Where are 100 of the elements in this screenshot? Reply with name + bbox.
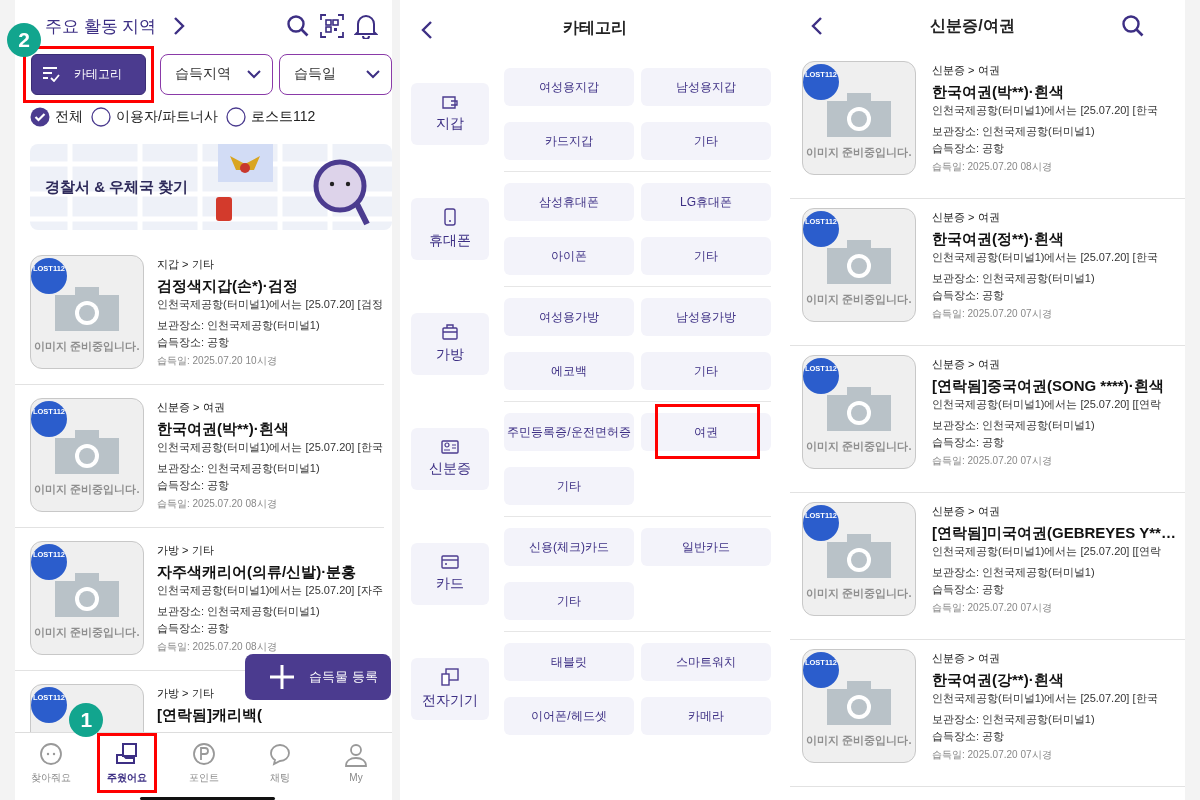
register-button[interactable]: 습득물 등록	[245, 654, 391, 700]
item-storage: 보관장소: 인천국제공항(터미널1)	[157, 604, 321, 619]
camera-icon	[827, 240, 891, 284]
chevron-down-icon	[365, 69, 381, 79]
item-title: [연락됨]미국여권(GEBREYES Y**…	[932, 524, 1176, 542]
dropdown[interactable]: 습득지역	[160, 53, 273, 95]
image-note: 이미지 준비중입니다.	[806, 733, 912, 748]
subcategory-button[interactable]: 이어폰/헤드셋	[504, 697, 634, 735]
item-date: 습득일: 2025.07.20 07시경	[932, 307, 1053, 321]
image-note: 이미지 준비중입니다.	[34, 339, 140, 354]
category-button[interactable]: 카테고리	[31, 53, 146, 95]
camera-icon	[55, 430, 119, 474]
briefcase-icon	[442, 324, 458, 340]
category-tile[interactable]: 지갑	[411, 83, 489, 145]
map-banner[interactable]: 경찰서 & 우체국 찾기	[30, 144, 392, 230]
nav-tab[interactable]: My	[326, 733, 386, 793]
item-category: 신분증 > 여권	[932, 651, 1001, 666]
nav-tab[interactable]: 주웠어요	[97, 733, 158, 793]
subcategory-button[interactable]: 남성용가방	[641, 298, 771, 336]
subcategory-button[interactable]: 기타	[504, 582, 634, 620]
camera-icon	[827, 387, 891, 431]
camera-icon	[827, 93, 891, 137]
item-summary: 인천국제공항(터미널1)에서는 [25.07.20] [한국	[157, 440, 383, 455]
image-note: 이미지 준비중입니다.	[806, 586, 912, 601]
item-title: 한국여권(정**)·흰색	[932, 230, 1065, 248]
source-radio[interactable]: 전체	[30, 107, 83, 127]
subcategory-button[interactable]: 신용(체크)카드	[504, 528, 634, 566]
page-title: 카테고리	[563, 17, 627, 38]
item-title: 한국여권(박**)·흰색	[157, 420, 290, 438]
hand-box-icon	[115, 741, 140, 766]
category-tile[interactable]: 신분증	[411, 428, 489, 490]
subcategory-button[interactable]: 스마트워치	[641, 643, 771, 681]
subcategory-button[interactable]: 여성용지갑	[504, 68, 634, 106]
subcategory-button[interactable]: 기타	[641, 122, 771, 160]
subcategory-button[interactable]: 카메라	[641, 697, 771, 735]
devices-icon	[441, 668, 459, 686]
point-icon	[191, 741, 216, 766]
item-category: 신분증 > 여권	[932, 63, 1001, 78]
item-title: [연락됨]캐리백(	[157, 706, 262, 724]
category-tile[interactable]: 카드	[411, 543, 489, 605]
chevron-down-icon	[246, 69, 262, 79]
item-summary: 인천국제공항(터미널1)에서는 [25.07.20] [검정	[157, 297, 383, 312]
card-icon	[441, 555, 459, 569]
item-summary: 인천국제공항(터미널1)에서는 [25.07.20] [한국	[932, 103, 1158, 118]
nav-tab[interactable]: 포인트	[173, 733, 234, 793]
back-icon[interactable]	[420, 19, 434, 41]
item-category: 신분증 > 여권	[932, 357, 1001, 372]
back-icon[interactable]	[810, 15, 824, 37]
step-badge: 2	[7, 22, 41, 57]
subcategory-button[interactable]: 기타	[641, 237, 771, 275]
item-date: 습득일: 2025.07.20 07시경	[932, 601, 1053, 615]
item-place: 습득장소: 공항	[932, 141, 1006, 156]
category-tile[interactable]: 가방	[411, 313, 489, 375]
subcategory-button[interactable]: 여성용가방	[504, 298, 634, 336]
id-card-icon	[441, 440, 459, 454]
subcategory-button[interactable]: LG휴대폰	[641, 183, 771, 221]
subcategory-button[interactable]: 남성용지갑	[641, 68, 771, 106]
item-title: [연락됨]중국여권(SONG ****)·흰색	[932, 377, 1164, 395]
nav-tab[interactable]: 채팅	[249, 733, 310, 793]
subcategory-button[interactable]: 주민등록증/운전면허증	[504, 413, 634, 451]
item-title: 한국여권(박**)·흰색	[932, 83, 1065, 101]
chevron-right-icon[interactable]	[172, 15, 187, 37]
item-storage: 보관장소: 인천국제공항(터미널1)	[932, 565, 1096, 580]
item-date: 습득일: 2025.07.20 10시경	[157, 354, 278, 368]
subcategory-button[interactable]: 기타	[641, 352, 771, 390]
subcategory-button[interactable]: 삼성휴대폰	[504, 183, 634, 221]
phone-icon	[444, 208, 456, 226]
item-category: 신분증 > 여권	[157, 400, 226, 415]
subcategory-button[interactable]: 아이폰	[504, 237, 634, 275]
image-note: 이미지 준비중입니다.	[34, 625, 140, 640]
search-icon[interactable]	[1121, 14, 1145, 38]
person-icon	[344, 743, 368, 767]
item-summary: 인천국제공항(터미널1)에서는 [25.07.20] [자주	[157, 583, 383, 598]
item-place: 습득장소: 공항	[157, 478, 231, 493]
source-radio[interactable]: 이용자/파트너사	[91, 107, 218, 127]
item-category: 신분증 > 여권	[932, 504, 1001, 519]
subcategory-button[interactable]: 기타	[504, 467, 634, 505]
image-note: 이미지 준비중입니다.	[806, 439, 912, 454]
item-summary: 인천국제공항(터미널1)에서는 [25.07.20] [[연락	[932, 544, 1162, 559]
category-tile[interactable]: 휴대폰	[411, 198, 489, 260]
item-summary: 인천국제공항(터미널1)에서는 [25.07.20] [[연락	[932, 397, 1162, 412]
subcategory-button[interactable]: 태블릿	[504, 643, 634, 681]
item-storage: 보관장소: 인천국제공항(터미널1)	[932, 712, 1096, 727]
search-icon[interactable]	[286, 14, 310, 38]
item-date: 습득일: 2025.07.20 07시경	[932, 454, 1053, 468]
camera-icon	[55, 573, 119, 617]
category-tile[interactable]: 전자기기	[411, 658, 489, 720]
subcategory-button[interactable]: 일반카드	[641, 528, 771, 566]
qr-scan-icon[interactable]	[320, 14, 344, 38]
camera-icon	[827, 534, 891, 578]
source-radio[interactable]: 로스트112	[225, 107, 316, 127]
item-title: 한국여권(강**)·흰색	[932, 671, 1065, 689]
subcategory-button[interactable]: 카드지갑	[504, 122, 634, 160]
subcategory-button[interactable]: 에코백	[504, 352, 634, 390]
subcategory-button[interactable]: 여권	[641, 413, 771, 451]
item-summary: 인천국제공항(터미널1)에서는 [25.07.20] [한국	[932, 691, 1158, 706]
bell-icon[interactable]	[354, 13, 378, 39]
item-storage: 보관장소: 인천국제공항(터미널1)	[157, 318, 321, 333]
region-title[interactable]: 주요 활동 지역	[45, 14, 157, 38]
dropdown[interactable]: 습득일	[279, 53, 392, 95]
